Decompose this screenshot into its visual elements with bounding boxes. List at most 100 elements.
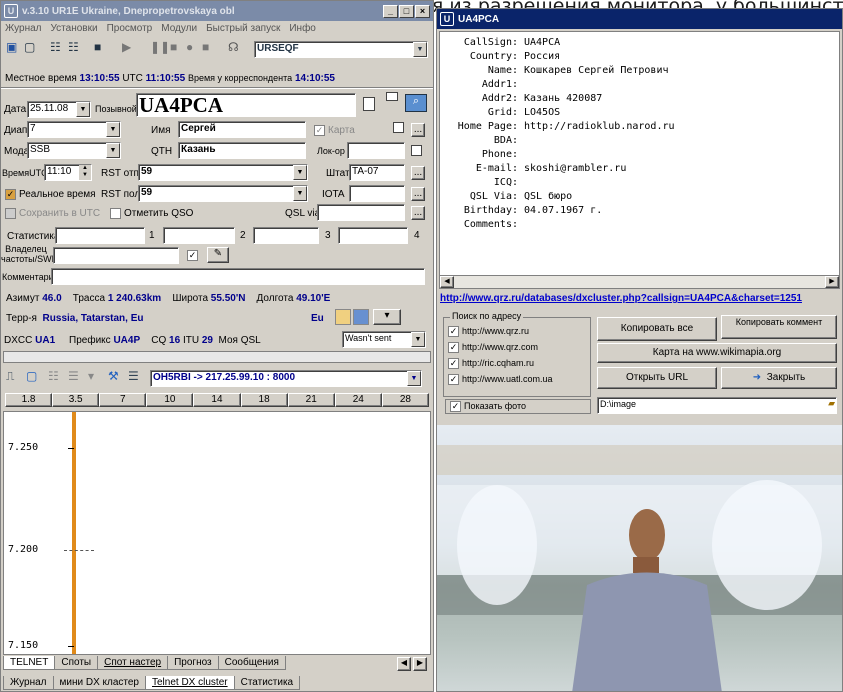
tab-spot-master[interactable]: Спот настер — [97, 656, 169, 670]
tab-mini-cluster[interactable]: мини DX кластер — [52, 676, 146, 690]
tab-telnet-cluster[interactable]: Telnet DX cluster — [145, 676, 235, 690]
qth-field[interactable]: Казань — [178, 142, 306, 159]
chevron-down-icon[interactable]: ▼ — [106, 122, 120, 137]
checkbox[interactable] — [110, 208, 121, 219]
band-button[interactable]: 28 — [381, 393, 429, 407]
search-db-icon[interactable]: ⌕ — [405, 94, 427, 112]
save-utc-checkbox[interactable]: Сохранить в UTC — [5, 208, 100, 219]
checkbox[interactable]: ✓ — [448, 342, 459, 354]
scroll-left-button[interactable]: ◀ — [397, 657, 411, 671]
open-url-button[interactable]: Открыть URL — [597, 367, 717, 389]
menu-item[interactable]: Модули — [161, 23, 197, 35]
site-checkbox[interactable]: ✓ http://ric.cqham.ru — [448, 358, 534, 370]
map-checkbox[interactable]: ✓ Карта — [314, 125, 355, 136]
disk-icon[interactable]: ■ — [94, 40, 101, 54]
url-combo[interactable]: URSEQF ▼ — [254, 41, 428, 58]
spot-map[interactable]: 7.250 7.200 7.150 — [3, 411, 431, 655]
list-icon[interactable]: ☰ — [68, 369, 79, 383]
realtime-checkbox[interactable]: ✓ Реальное время — [5, 189, 96, 200]
menu-item[interactable]: Установки — [51, 23, 98, 35]
checkbox[interactable]: ✓ — [187, 250, 198, 261]
more-button[interactable]: ... — [411, 206, 425, 220]
band-button[interactable]: 18 — [240, 393, 288, 407]
spinner-icon[interactable]: ▲ ▼ — [79, 165, 91, 180]
band-button[interactable]: 24 — [334, 393, 382, 407]
stats-field-1[interactable] — [55, 227, 145, 244]
camera-icon[interactable] — [353, 309, 369, 325]
rst-rcvd-field[interactable]: 59 ▼ — [138, 185, 308, 202]
band-button[interactable]: 7 — [99, 393, 147, 407]
rst-sent-field[interactable]: 59 ▼ — [138, 164, 308, 181]
checkbox[interactable]: ✓ — [448, 374, 459, 386]
play-icon[interactable]: ▶ — [122, 40, 131, 54]
name-field[interactable]: Сергей — [178, 121, 306, 138]
tab-statistics[interactable]: Статистика — [233, 676, 301, 690]
record-icon[interactable]: ● — [186, 40, 193, 54]
headphones-icon[interactable]: ☊ — [228, 40, 239, 54]
map-button[interactable]: Карта на www.wikimapia.org — [597, 343, 837, 363]
show-photo-checkbox[interactable]: ✓ Показать фото — [445, 399, 591, 415]
new-icon[interactable]: ▢ — [24, 40, 35, 54]
tab-log[interactable]: Журнал — [3, 676, 54, 690]
tab-messages[interactable]: Сообщения — [217, 656, 286, 670]
menu-item[interactable]: Быстрый запуск — [206, 23, 280, 35]
url-link[interactable]: http://www.qrz.ru/databases/dxcluster.ph… — [440, 293, 840, 304]
band-button[interactable]: 10 — [146, 393, 194, 407]
site-checkbox[interactable]: ✓ http://www.qrz.ru — [448, 326, 529, 338]
cluster-combo[interactable]: OH5RBI -> 217.25.99.10 : 8000 ▼ — [150, 370, 422, 387]
comment-field[interactable] — [51, 268, 425, 285]
filter-icon[interactable]: ▾ — [88, 369, 94, 383]
checkbox[interactable]: ✓ — [5, 189, 16, 200]
tab-telnet[interactable]: TELNET — [3, 656, 56, 670]
checkbox[interactable]: ✓ — [448, 326, 459, 338]
swl-field[interactable] — [53, 247, 179, 264]
stats-field-4[interactable] — [338, 227, 408, 244]
chevron-down-icon[interactable]: ▼ — [293, 165, 307, 180]
band-button[interactable]: 1.8 — [5, 393, 53, 407]
save-icon[interactable]: ▣ — [6, 40, 17, 54]
tab-forecast[interactable]: Прогноз — [167, 656, 219, 670]
qsl-via-field[interactable] — [317, 204, 405, 221]
callbook-titlebar[interactable]: U UA4PCA — [437, 9, 842, 29]
small-box-icon[interactable] — [411, 145, 422, 156]
chevron-down-icon[interactable]: ▼ — [413, 42, 427, 57]
doc-icon[interactable]: ▢ — [26, 369, 37, 383]
options-dropdown[interactable]: ▾ — [373, 309, 401, 325]
chevron-down-icon[interactable]: ▼ — [411, 332, 425, 347]
site-checkbox[interactable]: ✓ http://www.qrz.com — [448, 342, 538, 354]
callsign-field[interactable]: UA4PCA — [136, 93, 356, 117]
qso-icon[interactable]: ☷ — [50, 40, 61, 54]
more-button[interactable]: ... — [411, 123, 425, 137]
myqsl-field[interactable]: Wasn't sent ▼ — [342, 331, 426, 348]
folder-icon[interactable]: ▰ — [828, 398, 835, 409]
copy-all-button[interactable]: Копировать все — [597, 317, 717, 341]
stop2-icon[interactable]: ■ — [202, 40, 209, 54]
box-icon[interactable] — [386, 92, 398, 101]
close-button[interactable]: ➜ Закрыть — [721, 367, 837, 389]
maximize-button[interactable]: □ — [399, 4, 414, 18]
checkbox[interactable]: ✓ — [448, 358, 459, 370]
band-field[interactable]: 7 ▼ — [27, 121, 121, 138]
clipboard-icon[interactable] — [363, 97, 375, 111]
pen-icon[interactable]: ✎ — [207, 247, 229, 263]
connect-icon[interactable]: ⎍ — [6, 369, 14, 384]
chevron-down-icon[interactable]: ▼ — [407, 371, 421, 386]
site-checkbox[interactable]: ✓ http://www.uatl.com.ua — [448, 374, 553, 386]
scroll-left-button[interactable]: ◀ — [440, 276, 454, 288]
scroll-right-button[interactable]: ▶ — [413, 657, 427, 671]
globe-icon[interactable] — [335, 309, 351, 325]
pause-icon[interactable]: ❚❚ — [150, 40, 170, 54]
more-button[interactable]: ... — [411, 187, 425, 201]
minimize-button[interactable]: _ — [383, 4, 398, 18]
date-field[interactable]: 25.11.08 ▼ — [27, 101, 91, 118]
checkbox[interactable] — [5, 208, 16, 219]
chevron-down-icon[interactable]: ▼ — [76, 102, 90, 117]
copy-comment-button[interactable]: Копировать коммент — [721, 315, 837, 339]
grid-icon[interactable]: ☷ — [48, 369, 59, 383]
chevron-down-icon[interactable]: ▼ — [293, 186, 307, 201]
close-button[interactable]: × — [415, 4, 430, 18]
chevron-down-icon[interactable]: ▼ — [106, 143, 120, 158]
menu-item[interactable]: Просмотр — [107, 23, 153, 35]
locator-field[interactable] — [347, 142, 405, 159]
table-icon[interactable]: ☰ — [128, 369, 139, 383]
